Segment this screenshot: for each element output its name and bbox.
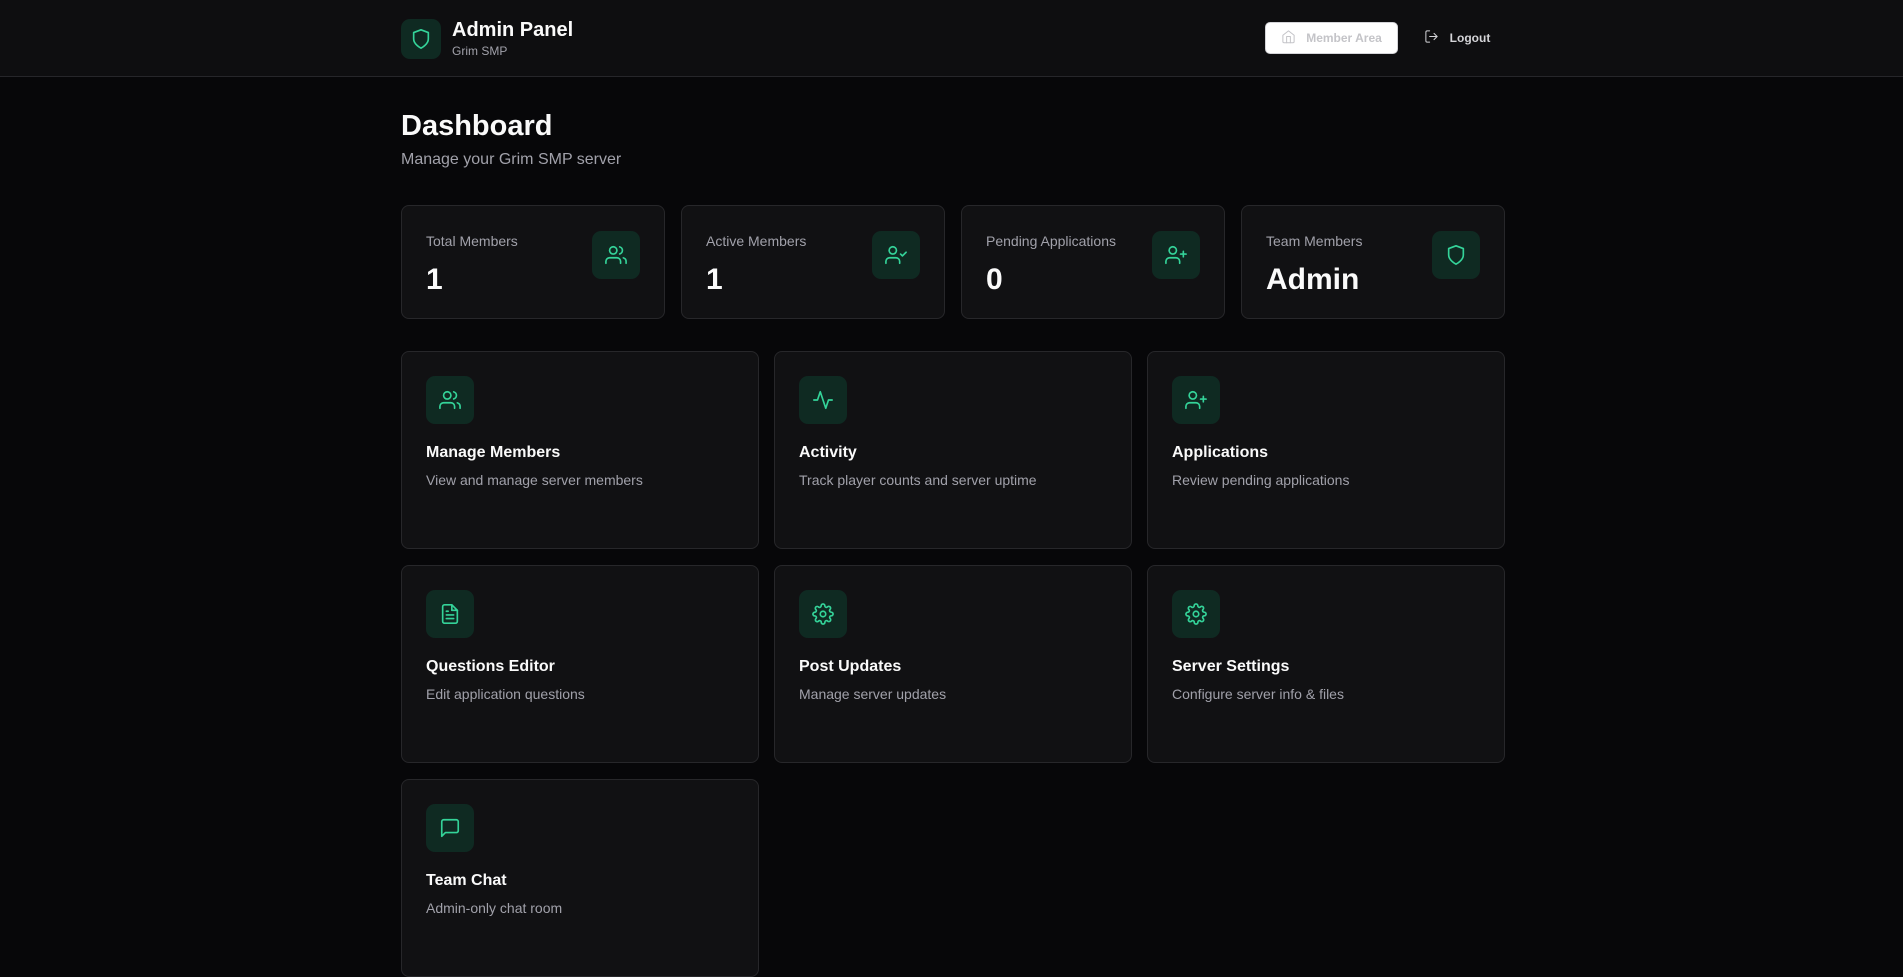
stat-value: 1	[426, 263, 443, 296]
gear-icon	[799, 590, 847, 638]
card-server-settings[interactable]: Server Settings Configure server info & …	[1147, 565, 1505, 763]
card-description: Track player counts and server uptime	[799, 472, 1037, 488]
shield-icon	[1432, 231, 1480, 279]
card-title: Applications	[1172, 444, 1269, 461]
stat-card-total-members: Total Members 1	[401, 205, 665, 319]
stat-value: Admin	[1266, 263, 1360, 296]
stat-label: Total Members	[426, 233, 518, 249]
activity-icon	[799, 376, 847, 424]
user-plus-icon	[1172, 376, 1220, 424]
logout-icon	[1424, 29, 1439, 47]
logout-button[interactable]: Logout	[1417, 22, 1497, 54]
users-icon	[426, 376, 474, 424]
card-description: Review pending applications	[1172, 472, 1350, 488]
card-team-chat[interactable]: Team Chat Admin-only chat room	[401, 779, 759, 977]
page-subtitle: Manage your Grim SMP server	[401, 151, 622, 168]
card-description: Manage server updates	[799, 686, 947, 702]
stat-label: Team Members	[1266, 233, 1363, 249]
app-subtitle: Grim SMP	[452, 44, 508, 58]
page-title: Dashboard	[401, 110, 553, 142]
card-applications[interactable]: Applications Review pending applications	[1147, 351, 1505, 549]
card-description: Admin-only chat room	[426, 900, 563, 916]
member-area-button[interactable]: Member Area	[1265, 22, 1398, 54]
stat-card-team-members: Team Members Admin	[1241, 205, 1505, 319]
user-plus-icon	[1152, 231, 1200, 279]
card-title: Server Settings	[1172, 658, 1290, 675]
card-manage-members[interactable]: Manage Members View and manage server me…	[401, 351, 759, 549]
stat-value: 0	[986, 263, 1003, 296]
users-icon	[592, 231, 640, 279]
brand: Admin Panel Grim SMP	[401, 18, 573, 59]
user-check-icon	[872, 231, 920, 279]
card-activity[interactable]: Activity Track player counts and server …	[774, 351, 1132, 549]
home-icon	[1281, 29, 1296, 47]
card-description: Edit application questions	[426, 686, 585, 702]
card-title: Manage Members	[426, 444, 561, 461]
stat-card-pending-applications: Pending Applications 0	[961, 205, 1225, 319]
card-questions-editor[interactable]: Questions Editor Edit application questi…	[401, 565, 759, 763]
shield-icon	[401, 18, 441, 59]
card-post-updates[interactable]: Post Updates Manage server updates	[774, 565, 1132, 763]
message-square-icon	[426, 804, 474, 852]
stat-card-active-members: Active Members 1	[681, 205, 945, 319]
stat-label: Active Members	[706, 233, 807, 249]
logout-label: Logout	[1449, 31, 1491, 45]
gear-icon	[1172, 590, 1220, 638]
card-title: Post Updates	[799, 658, 902, 675]
top-bar: Admin Panel Grim SMP Member Area Logout	[0, 0, 1903, 77]
stat-value: 1	[706, 263, 723, 296]
card-title: Team Chat	[426, 872, 507, 889]
card-description: View and manage server members	[426, 472, 643, 488]
card-title: Activity	[799, 444, 857, 461]
card-description: Configure server info & files	[1172, 686, 1344, 702]
stat-label: Pending Applications	[986, 233, 1116, 249]
file-text-icon	[426, 590, 474, 638]
card-title: Questions Editor	[426, 658, 555, 675]
member-area-label: Member Area	[1306, 31, 1382, 45]
app-title: Admin Panel	[452, 19, 574, 41]
